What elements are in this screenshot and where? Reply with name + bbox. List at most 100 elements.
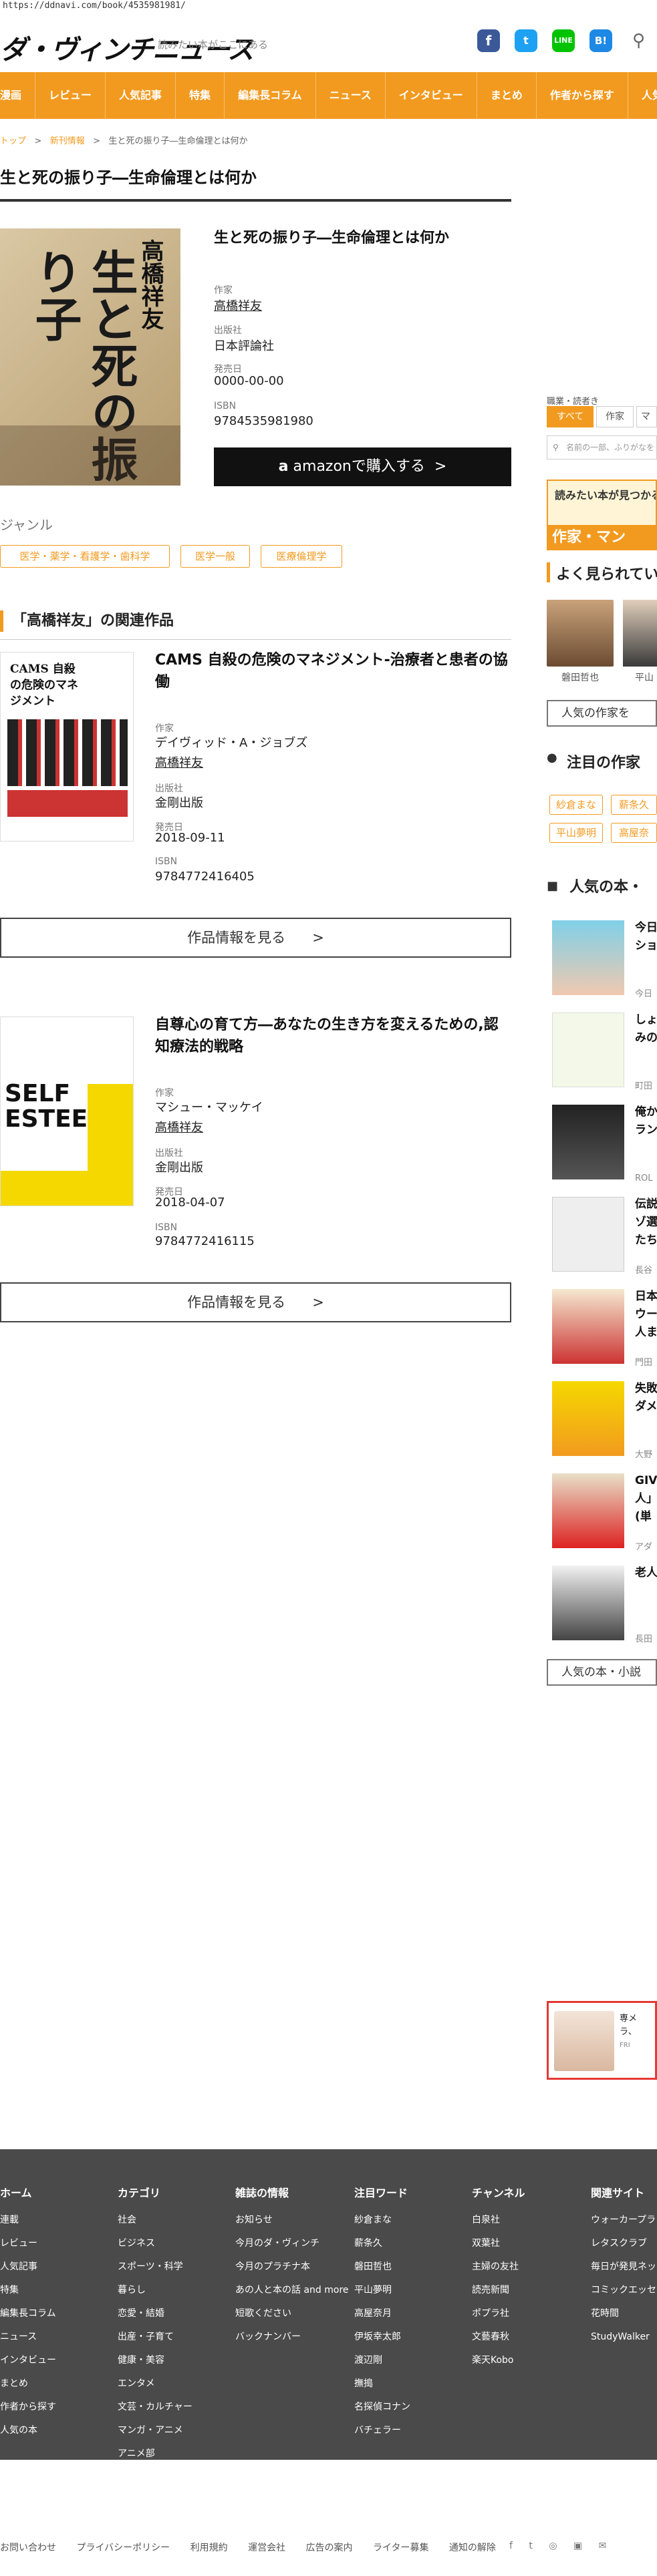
- footer-link[interactable]: 紗倉まな: [354, 2209, 410, 2232]
- sidebar-banner[interactable]: 読みたい本が見つかるラ: [547, 480, 657, 525]
- footer-link[interactable]: 楽天Kobo: [472, 2349, 525, 2372]
- related-book-title[interactable]: 自尊心の育て方―あなたの生き方を変えるための,認知療法的戦略: [155, 1014, 511, 1058]
- footer-link[interactable]: 短歌ください: [235, 2302, 349, 2326]
- footer-bottom-link[interactable]: 運営会社: [248, 2543, 285, 2553]
- twitter-icon[interactable]: t: [515, 29, 537, 52]
- genre-tag[interactable]: 医学一般: [180, 545, 250, 568]
- footer-link[interactable]: 文藝春秋: [472, 2326, 525, 2349]
- footer-link[interactable]: 暮らし: [118, 2279, 192, 2302]
- view-work-button[interactable]: 作品情報を見る >: [0, 1282, 511, 1322]
- footer-link[interactable]: バチェラー: [354, 2419, 410, 2442]
- nav-item[interactable]: 編集長コラム: [225, 72, 316, 119]
- footer-link[interactable]: レビュー: [0, 2232, 56, 2255]
- nav-item[interactable]: 人気記事: [106, 72, 176, 119]
- nav-item[interactable]: レビュー: [35, 72, 106, 119]
- footer-link[interactable]: 双葉社: [472, 2232, 525, 2255]
- translator-link[interactable]: 高橋祥友: [155, 753, 203, 771]
- genre-tag[interactable]: 医療倫理学: [261, 545, 342, 568]
- footer-link[interactable]: 白泉社: [472, 2209, 525, 2232]
- footer-link[interactable]: 出産・子育て: [118, 2326, 192, 2349]
- footer-bottom-link[interactable]: 利用規約: [190, 2543, 228, 2553]
- url-bar[interactable]: https://ddnavi.com/book/4535981981/: [0, 0, 657, 12]
- footer-link[interactable]: 社会: [118, 2209, 192, 2232]
- footer-link[interactable]: スポーツ・科学: [118, 2255, 192, 2279]
- author-tag[interactable]: 紗倉まな: [549, 795, 603, 815]
- footer-link[interactable]: レタスクラブ: [591, 2232, 657, 2255]
- author-tag[interactable]: 高屋奈: [611, 823, 657, 843]
- footer-bottom-link[interactable]: 広告の案内: [306, 2543, 353, 2553]
- footer-link[interactable]: まとめ: [0, 2372, 56, 2396]
- amazon-buy-button[interactable]: a amazonで購入する >: [214, 447, 511, 486]
- ranking-item[interactable]: 伝説 ゾ選 たち 長谷: [547, 1189, 657, 1281]
- breadcrumb-home[interactable]: トップ: [0, 136, 26, 146]
- footer-link[interactable]: インタビュー: [0, 2349, 56, 2372]
- footer-bottom-link[interactable]: ライター募集: [373, 2543, 428, 2553]
- footer-link[interactable]: 人気の本: [0, 2419, 56, 2442]
- sidebar-tab-manga[interactable]: マ: [636, 406, 657, 427]
- footer-link[interactable]: お知らせ: [235, 2209, 349, 2232]
- footer-link[interactable]: 特集: [0, 2279, 56, 2302]
- search-icon[interactable]: ⚲: [632, 31, 645, 51]
- facebook-icon[interactable]: f: [477, 29, 500, 52]
- footer-link[interactable]: 健康・美容: [118, 2349, 192, 2372]
- line-icon[interactable]: LINE: [552, 29, 575, 52]
- footer-link[interactable]: 人気記事: [0, 2255, 56, 2279]
- author-photo[interactable]: [547, 600, 614, 667]
- sidebar-tab-all[interactable]: すべて: [547, 406, 594, 427]
- footer-link[interactable]: ニュース: [0, 2326, 56, 2349]
- nav-item[interactable]: インタビュー: [386, 72, 477, 119]
- popular-books-more-button[interactable]: 人気の本・小説: [547, 1659, 657, 1686]
- footer-link[interactable]: StudyWalker: [591, 2326, 657, 2349]
- footer-link[interactable]: 読売新聞: [472, 2279, 525, 2302]
- footer-link[interactable]: 今月のプラチナ本: [235, 2255, 349, 2279]
- translator-link[interactable]: 高橋祥友: [155, 1118, 203, 1135]
- nav-item[interactable]: 漫画: [0, 72, 36, 119]
- ranking-item[interactable]: 老人 長田: [547, 1557, 657, 1650]
- author-name[interactable]: 磐田哲也: [547, 671, 614, 684]
- popular-authors-more-button[interactable]: 人気の作家を: [547, 700, 657, 727]
- hatena-icon[interactable]: B!: [589, 29, 612, 52]
- footer-link[interactable]: 伊坂幸太郎: [354, 2326, 410, 2349]
- footer-link[interactable]: 名探偵コナン: [354, 2396, 410, 2419]
- ranking-item[interactable]: 俺か ラン ROL: [547, 1097, 657, 1189]
- ranking-item[interactable]: 失敗 ダメ 大野: [547, 1373, 657, 1465]
- author-tag[interactable]: 薪条久: [611, 795, 657, 815]
- footer-link[interactable]: ビジネス: [118, 2232, 192, 2255]
- footer-link[interactable]: あの人と本の話 and more: [235, 2279, 349, 2302]
- ranking-item[interactable]: 今日 ショ 今日: [547, 912, 657, 1004]
- footer-link[interactable]: 薪条久: [354, 2232, 410, 2255]
- related-book-cover[interactable]: CAMS 自殺の危険のマネジメント: [0, 652, 134, 842]
- footer-link[interactable]: 編集長コラム: [0, 2302, 56, 2326]
- footer-link[interactable]: アニメ部: [118, 2442, 192, 2466]
- footer-link[interactable]: エンタメ: [118, 2372, 192, 2396]
- sidebar-ad[interactable]: 専メ ラ、 FRI: [547, 2001, 657, 2080]
- footer-heading[interactable]: ホーム: [0, 2184, 56, 2200]
- nav-item[interactable]: ニュース: [316, 72, 386, 119]
- footer-link[interactable]: 花時間: [591, 2302, 657, 2326]
- footer-link[interactable]: 文芸・カルチャー: [118, 2396, 192, 2419]
- footer-link[interactable]: ポプラ社: [472, 2302, 525, 2326]
- footer-link[interactable]: コミックエッセ: [591, 2279, 657, 2302]
- ranking-item[interactable]: 日本 ウー 人ま 門田: [547, 1281, 657, 1373]
- genre-tag[interactable]: 医学・薬学・看護学・歯科学: [0, 545, 170, 568]
- sidebar-tab-author[interactable]: 作家: [596, 406, 634, 427]
- footer-link[interactable]: マンガ・アニメ: [118, 2419, 192, 2442]
- nav-item[interactable]: 特集: [176, 72, 225, 119]
- author-name[interactable]: 平山: [635, 671, 654, 684]
- book-cover[interactable]: 高橋祥友 生と死の振り子: [0, 228, 180, 486]
- footer-link[interactable]: 磐田哲也: [354, 2255, 410, 2279]
- sidebar-banner-label[interactable]: 作家・マン: [547, 525, 657, 550]
- footer-bottom-link[interactable]: お問い合わせ: [0, 2543, 56, 2553]
- author-photo[interactable]: [623, 600, 657, 667]
- footer-bottom-link[interactable]: プライバシーポリシー: [76, 2543, 170, 2553]
- footer-link[interactable]: 今月のダ・ヴィンチ: [235, 2232, 349, 2255]
- footer-link[interactable]: ウォーカープラ: [591, 2209, 657, 2232]
- related-book-cover[interactable]: SELF ESTEEM: [0, 1017, 134, 1206]
- footer-link[interactable]: 作者から探す: [0, 2396, 56, 2419]
- footer-link[interactable]: 恋愛・結婚: [118, 2302, 192, 2326]
- view-work-button[interactable]: 作品情報を見る >: [0, 918, 511, 958]
- footer-link[interactable]: 平山夢明: [354, 2279, 410, 2302]
- related-book-title[interactable]: CAMS 自殺の危険のマネジメント-治療者と患者の協働: [155, 649, 511, 693]
- footer-link[interactable]: 主婦の友社: [472, 2255, 525, 2279]
- breadcrumb-category[interactable]: 新刊情報: [50, 136, 85, 146]
